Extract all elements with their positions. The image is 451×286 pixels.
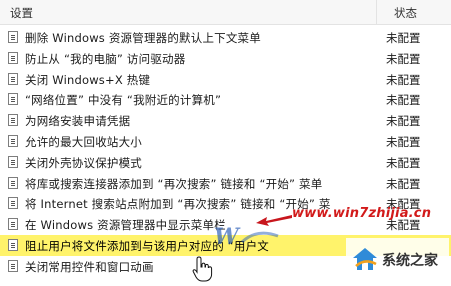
column-header: 设置 状态 xyxy=(0,0,451,25)
windows-watermark-icon: W xyxy=(214,224,279,250)
list-item[interactable]: 将库或搜索连接器添加到 “再次搜索” 链接和 “开始” 菜单 未配置 xyxy=(0,173,451,194)
policy-label: “网络位置” 中没有 “我附近的计算机” xyxy=(25,93,222,108)
policy-state: 未配置 xyxy=(386,72,421,87)
policy-document-icon xyxy=(8,31,18,43)
policy-label: 允许的最大回收站大小 xyxy=(25,134,142,149)
policy-state: 未配置 xyxy=(386,155,421,170)
policy-document-icon xyxy=(8,51,18,64)
list-item[interactable]: 为网络安装申请凭据 未配置 xyxy=(0,110,451,131)
column-header-setting[interactable]: 设置 xyxy=(10,5,33,21)
policy-label: 删除 Windows 资源管理器的默认上下文菜单 xyxy=(25,31,261,45)
policy-document-icon xyxy=(8,176,18,189)
list-item[interactable]: 关闭外壳协议保护模式 未配置 xyxy=(0,152,451,173)
policy-label: 防止从 “我的电脑” 访问驱动器 xyxy=(25,51,186,66)
policy-document-icon xyxy=(8,114,18,127)
watermark-url: www.win7zhijia.cn xyxy=(292,206,432,221)
house-logo-icon xyxy=(353,248,377,270)
policy-document-icon xyxy=(8,155,18,168)
policy-label: 在 Windows 资源管理器中显示菜单栏 xyxy=(25,218,226,233)
policy-label: 关闭外壳协议保护模式 xyxy=(25,155,142,170)
policy-document-icon xyxy=(8,72,18,85)
list-item[interactable]: “网络位置” 中没有 “我附近的计算机” 未配置 xyxy=(0,89,451,110)
policy-document-icon xyxy=(8,259,18,272)
svg-text:W: W xyxy=(214,224,241,250)
list-item[interactable]: 删除 Windows 资源管理器的默认上下文菜单 未配置 xyxy=(0,27,451,48)
list-item[interactable]: 防止从 “我的电脑” 访问驱动器 未配置 xyxy=(0,48,451,69)
policy-label: 关闭 Windows+X 热键 xyxy=(25,72,151,87)
policy-state: 未配置 xyxy=(386,93,421,108)
policy-state: 未配置 xyxy=(386,31,421,45)
policy-state: 未配置 xyxy=(386,134,421,149)
policy-document-icon xyxy=(8,134,18,147)
policy-label: 将 Internet 搜索站点附加到 “再次搜索” 链接和 “开始” 菜 xyxy=(25,197,331,212)
list-item[interactable]: 关闭 Windows+X 热键 未配置 xyxy=(0,69,451,90)
policy-label: 为网络安装申请凭据 xyxy=(25,114,131,129)
column-header-state[interactable]: 状态 xyxy=(394,5,417,21)
policy-document-icon xyxy=(8,218,18,231)
policy-state: 未配置 xyxy=(386,176,421,191)
policy-label: 将库或搜索连接器添加到 “再次搜索” 链接和 “开始” 菜单 xyxy=(25,176,323,191)
policy-document-icon xyxy=(8,93,18,106)
watermark-brand: 系统之家 xyxy=(382,253,438,269)
policy-label: 关闭常用控件和窗口动画 xyxy=(25,259,154,274)
policy-state: 未配置 xyxy=(386,114,421,129)
policy-state: 未配置 xyxy=(386,51,421,66)
list-item[interactable]: 允许的最大回收站大小 未配置 xyxy=(0,131,451,152)
hand-cursor-icon xyxy=(192,256,213,282)
policy-document-icon xyxy=(8,197,18,210)
policy-document-icon xyxy=(8,238,18,251)
watermark-logo: 系统之家 xyxy=(346,238,449,284)
column-divider[interactable] xyxy=(376,0,377,24)
